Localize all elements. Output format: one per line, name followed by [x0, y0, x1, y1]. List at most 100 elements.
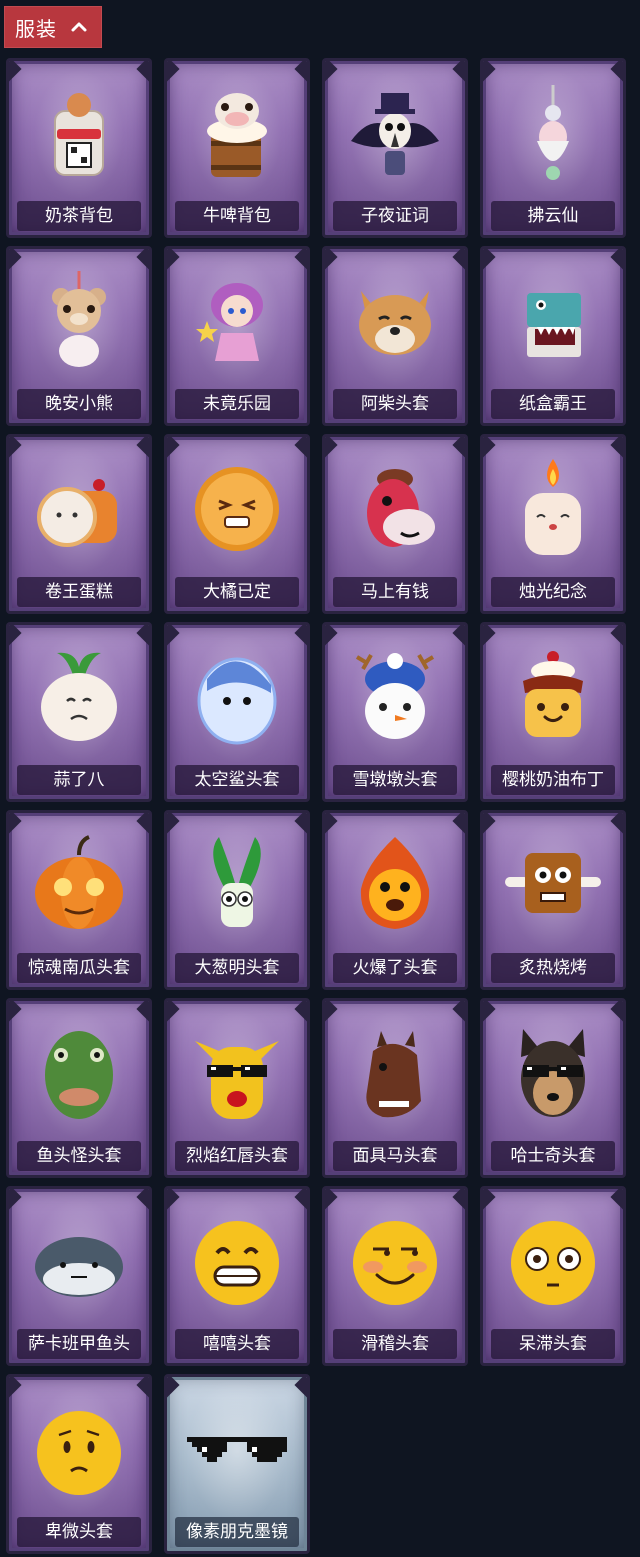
snowman-reindeer-head-icon	[355, 653, 435, 739]
outfit-item-card[interactable]: 嘻嘻头套	[164, 1186, 310, 1366]
card-corner-notch	[483, 625, 496, 649]
husky-shades-head-icon	[521, 1029, 585, 1117]
outfit-item-card[interactable]: 呆滞头套	[480, 1186, 626, 1366]
outfit-item-card[interactable]: 卷王蛋糕	[6, 434, 152, 614]
humble-emoji-head-icon	[37, 1411, 121, 1495]
outfit-item-card[interactable]: 哈士奇头套	[480, 998, 626, 1178]
section-tab-outfit[interactable]: 服装	[4, 6, 102, 48]
outfit-item-card[interactable]: 像素朋克墨镜	[164, 1374, 310, 1554]
outfit-item-label: 雪墩墩头套	[333, 765, 457, 795]
card-corner-notch	[167, 1001, 180, 1025]
grinning-emoji-head-icon	[195, 1221, 279, 1305]
outfit-item-card[interactable]: 炙热烧烤	[480, 810, 626, 990]
card-corner-notch	[294, 1189, 307, 1213]
outfit-item-label: 牛啤背包	[175, 201, 299, 231]
outfit-item-label: 炙热烧烤	[491, 953, 615, 983]
card-corner-notch	[167, 249, 180, 273]
milk-tea-backpack-icon	[54, 93, 104, 176]
smirk-emoji-head-icon	[353, 1221, 437, 1305]
card-corner-notch	[167, 1189, 180, 1213]
outfit-item-card[interactable]: 烈焰红唇头套	[164, 998, 310, 1178]
orange-slice-face-icon	[195, 467, 279, 551]
outfit-item-card[interactable]: 鱼头怪头套	[6, 998, 152, 1178]
outfit-item-label: 蒜了八	[17, 765, 141, 795]
card-corner-notch	[325, 625, 338, 649]
card-corner-notch	[610, 1001, 623, 1025]
card-corner-notch	[452, 437, 465, 461]
outfit-item-card[interactable]: 滑稽头套	[322, 1186, 468, 1366]
magical-girl-figure-icon	[196, 283, 263, 361]
card-corner-notch	[610, 249, 623, 273]
green-onion-head-icon	[213, 837, 261, 927]
outfit-item-card[interactable]: 拂云仙	[480, 58, 626, 238]
outfit-item-card[interactable]: 子夜证词	[322, 58, 468, 238]
card-corner-notch	[294, 813, 307, 837]
card-corner-notch	[9, 813, 22, 837]
card-corner-notch	[610, 1189, 623, 1213]
outfit-item-card[interactable]: 火爆了头套	[322, 810, 468, 990]
card-corner-notch	[9, 61, 22, 85]
card-corner-notch	[325, 249, 338, 273]
outfit-item-card[interactable]: 蒜了八	[6, 622, 152, 802]
outfit-item-card[interactable]: 面具马头套	[322, 998, 468, 1178]
sacabambaspis-fish-head-icon	[35, 1237, 123, 1297]
card-corner-notch	[136, 437, 149, 461]
fire-spirit-head-icon	[360, 837, 430, 929]
outfit-item-card[interactable]: 雪墩墩头套	[322, 622, 468, 802]
card-corner-notch	[294, 1001, 307, 1025]
outfit-item-label: 马上有钱	[333, 577, 457, 607]
pixel-sunglasses-icon	[187, 1437, 287, 1462]
outfit-item-card[interactable]: 樱桃奶油布丁	[480, 622, 626, 802]
outfit-item-card[interactable]: 牛啤背包	[164, 58, 310, 238]
card-corner-notch	[294, 61, 307, 85]
card-corner-notch	[610, 437, 623, 461]
beer-barrel-cow-backpack-icon	[207, 93, 267, 177]
outfit-item-grid: 奶茶背包 牛啤背包 子夜证词 拂云仙晚安小熊 未竟乐园 阿柴头套 纸盒霸王卷王蛋糕 大橘已定 马…	[6, 58, 626, 1554]
outfit-item-card[interactable]: 奶茶背包	[6, 58, 152, 238]
horse-mask-head-icon	[366, 1031, 421, 1118]
card-corner-notch	[610, 61, 623, 85]
card-corner-notch	[9, 1377, 22, 1401]
card-corner-notch	[294, 437, 307, 461]
card-corner-notch	[9, 625, 22, 649]
outfit-item-card[interactable]: 大葱明头套	[164, 810, 310, 990]
card-corner-notch	[325, 61, 338, 85]
card-corner-notch	[294, 1377, 307, 1401]
outfit-item-card[interactable]: 烛光纪念	[480, 434, 626, 614]
card-corner-notch	[167, 1377, 180, 1401]
card-corner-notch	[483, 1189, 496, 1213]
cherry-pudding-icon	[523, 651, 583, 737]
outfit-item-card[interactable]: 马上有钱	[322, 434, 468, 614]
card-corner-notch	[136, 61, 149, 85]
outfit-item-label: 哈士奇头套	[491, 1141, 615, 1171]
teddy-bear-pendant-icon	[52, 271, 106, 367]
outfit-item-card[interactable]: 卑微头套	[6, 1374, 152, 1554]
outfit-item-card[interactable]: 阿柴头套	[322, 246, 468, 426]
outfit-item-card[interactable]: 未竟乐园	[164, 246, 310, 426]
outfit-item-label: 晚安小熊	[17, 389, 141, 419]
card-corner-notch	[452, 1001, 465, 1025]
outfit-item-label: 奶茶背包	[17, 201, 141, 231]
outfit-item-card[interactable]: 纸盒霸王	[480, 246, 626, 426]
outfit-item-label: 滑稽头套	[333, 1329, 457, 1359]
card-corner-notch	[452, 1189, 465, 1213]
card-corner-notch	[483, 437, 496, 461]
outfit-item-card[interactable]: 晚安小熊	[6, 246, 152, 426]
outfit-item-label: 烈焰红唇头套	[175, 1141, 299, 1171]
outfit-item-label: 纸盒霸王	[491, 389, 615, 419]
outfit-item-card[interactable]: 惊魂南瓜头套	[6, 810, 152, 990]
outfit-item-card[interactable]: 太空鲨头套	[164, 622, 310, 802]
card-corner-notch	[167, 437, 180, 461]
outfit-item-label: 未竟乐园	[175, 389, 299, 419]
card-corner-notch	[136, 249, 149, 273]
outfit-item-label: 萨卡班甲鱼头	[17, 1329, 141, 1359]
card-corner-notch	[9, 249, 22, 273]
card-corner-notch	[167, 813, 180, 837]
card-corner-notch	[136, 1001, 149, 1025]
pink-horse-head-icon	[367, 469, 435, 547]
card-corner-notch	[294, 249, 307, 273]
chevron-up-icon	[71, 22, 87, 32]
outfit-item-card[interactable]: 大橘已定	[164, 434, 310, 614]
outfit-item-card[interactable]: 萨卡班甲鱼头	[6, 1186, 152, 1366]
outfit-item-label: 子夜证词	[333, 201, 457, 231]
